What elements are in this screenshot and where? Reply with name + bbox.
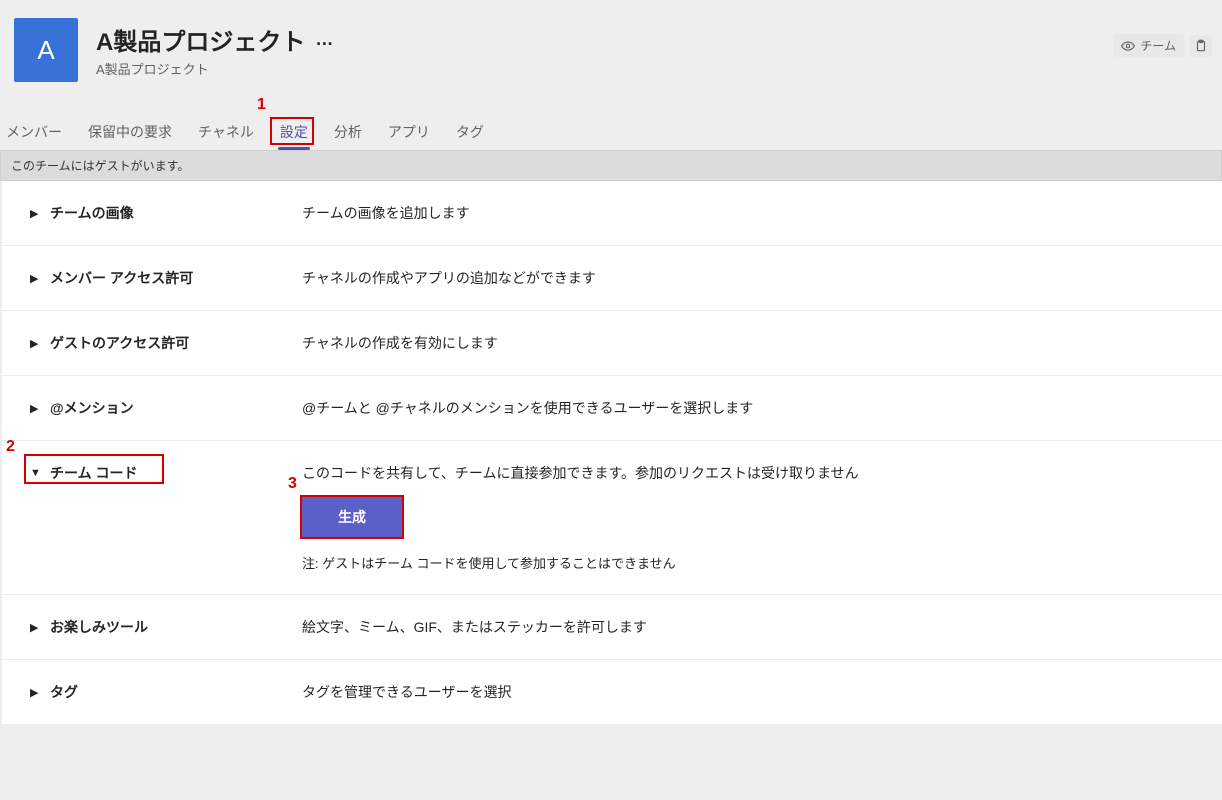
caret-right-icon: ▶ <box>30 337 44 350</box>
caret-right-icon: ▶ <box>30 686 44 699</box>
more-options-button[interactable]: … <box>315 29 335 50</box>
team-code-note: 注: ゲストはチーム コードを使用して参加することはできません <box>302 553 1222 572</box>
section-fun-stuff[interactable]: ▶ お楽しみツール 絵文字、ミーム、GIF、またはステッカーを許可します <box>2 595 1222 660</box>
eye-icon <box>1121 39 1135 53</box>
tab-bar: メンバー 保留中の要求 チャネル 設定 分析 アプリ タグ <box>0 90 1222 150</box>
section-mentions[interactable]: ▶ @メンション @チームと @チャネルのメンションを使用できるユーザーを選択し… <box>2 376 1222 441</box>
section-label: タグ <box>50 682 302 702</box>
section-desc: このコードを共有して、チームに直接参加できます。参加のリクエストは受け取りません <box>302 463 1222 483</box>
caret-down-icon: ▼ <box>30 467 44 479</box>
generate-button[interactable]: 生成 <box>302 497 402 537</box>
team-avatar: A <box>14 18 78 82</box>
section-desc: タグを管理できるユーザーを選択 <box>302 682 1222 702</box>
settings-list: ▶ チームの画像 チームの画像を追加します ▶ メンバー アクセス許可 チャネル… <box>2 181 1222 725</box>
team-title: A製品プロジェクト … <box>96 22 335 57</box>
annotation-label-2: 2 <box>6 438 15 456</box>
section-label: お楽しみツール <box>50 617 302 637</box>
section-desc: @チームと @チャネルのメンションを使用できるユーザーを選択します <box>302 398 1222 418</box>
section-desc: 絵文字、ミーム、GIF、またはステッカーを許可します <box>302 617 1222 637</box>
tab-analytics[interactable]: 分析 <box>332 118 364 150</box>
section-label: チーム コード <box>50 463 302 483</box>
section-desc: チャネルの作成を有効にします <box>302 333 1222 353</box>
tab-apps[interactable]: アプリ <box>386 118 432 150</box>
section-team-code[interactable]: ▼ チーム コード このコードを共有して、チームに直接参加できます。参加のリクエ… <box>2 441 1222 595</box>
section-label: メンバー アクセス許可 <box>50 268 302 288</box>
section-desc: チームの画像を追加します <box>302 203 1222 223</box>
section-label: チームの画像 <box>50 203 302 223</box>
section-member-permissions[interactable]: ▶ メンバー アクセス許可 チャネルの作成やアプリの追加などができます <box>2 246 1222 311</box>
caret-right-icon: ▶ <box>30 402 44 415</box>
tab-tags[interactable]: タグ <box>454 118 486 150</box>
tab-channels[interactable]: チャネル <box>196 118 256 150</box>
clipboard-icon[interactable] <box>1190 35 1212 57</box>
section-label: ゲストのアクセス許可 <box>50 333 302 353</box>
caret-right-icon: ▶ <box>30 621 44 634</box>
team-chip-label: チーム <box>1140 37 1176 54</box>
section-team-image[interactable]: ▶ チームの画像 チームの画像を追加します <box>2 181 1222 246</box>
tab-members[interactable]: メンバー <box>4 118 64 150</box>
tab-pending-requests[interactable]: 保留中の要求 <box>86 118 174 150</box>
team-visibility-chip[interactable]: チーム <box>1113 34 1184 57</box>
team-subtitle: A製品プロジェクト <box>96 59 335 78</box>
section-guest-permissions[interactable]: ▶ ゲストのアクセス許可 チャネルの作成を有効にします <box>2 311 1222 376</box>
team-title-text: A製品プロジェクト <box>96 22 305 57</box>
section-label: @メンション <box>50 398 302 418</box>
guest-notice-bar: このチームにはゲストがいます。 <box>0 150 1222 181</box>
tab-settings[interactable]: 設定 <box>278 118 310 150</box>
section-tags[interactable]: ▶ タグ タグを管理できるユーザーを選択 <box>2 660 1222 725</box>
section-desc: チャネルの作成やアプリの追加などができます <box>302 268 1222 288</box>
caret-right-icon: ▶ <box>30 207 44 220</box>
page-header: A A製品プロジェクト … A製品プロジェクト チーム <box>0 0 1222 90</box>
caret-right-icon: ▶ <box>30 272 44 285</box>
